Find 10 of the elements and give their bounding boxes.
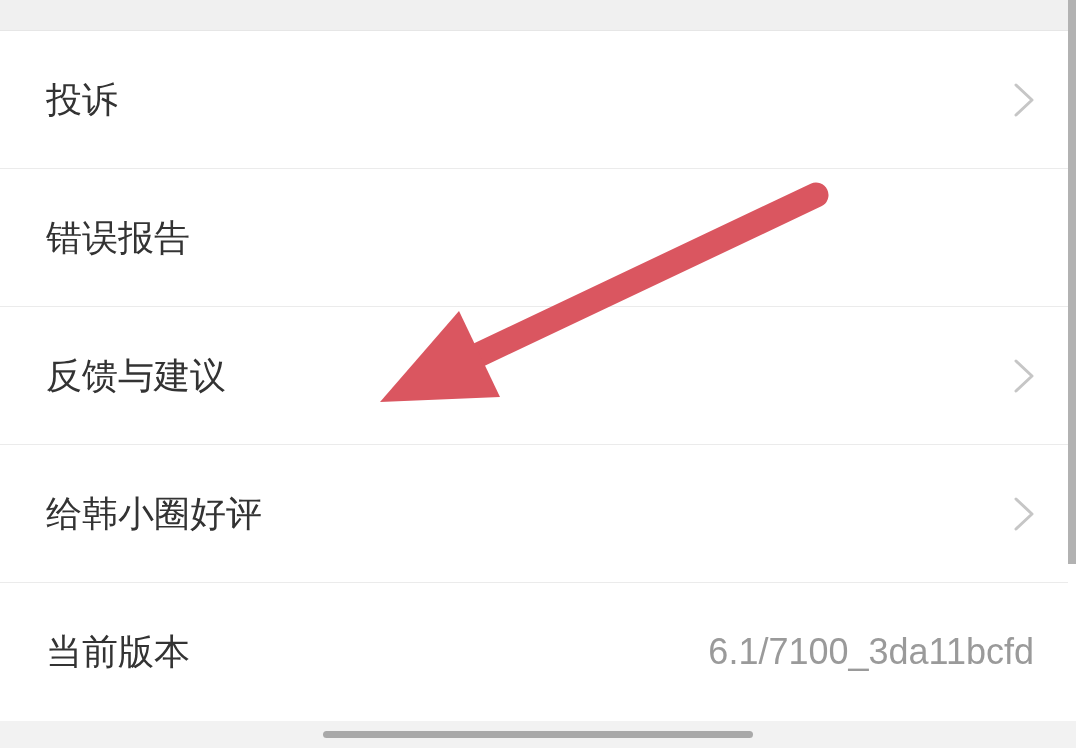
row-label: 错误报告 — [46, 215, 190, 260]
row-label: 当前版本 — [46, 630, 190, 674]
row-label: 给韩小圈好评 — [46, 491, 262, 536]
chevron-icon — [1014, 496, 1034, 531]
home-indicator[interactable] — [323, 731, 753, 738]
version-text: 6.1/7100_3da11bcfd — [708, 630, 1034, 674]
row-label: 投诉 — [46, 77, 118, 122]
chevron-icon — [1014, 82, 1034, 117]
chevron-icon — [1014, 358, 1034, 393]
row-label: 反馈与建议 — [46, 353, 226, 398]
